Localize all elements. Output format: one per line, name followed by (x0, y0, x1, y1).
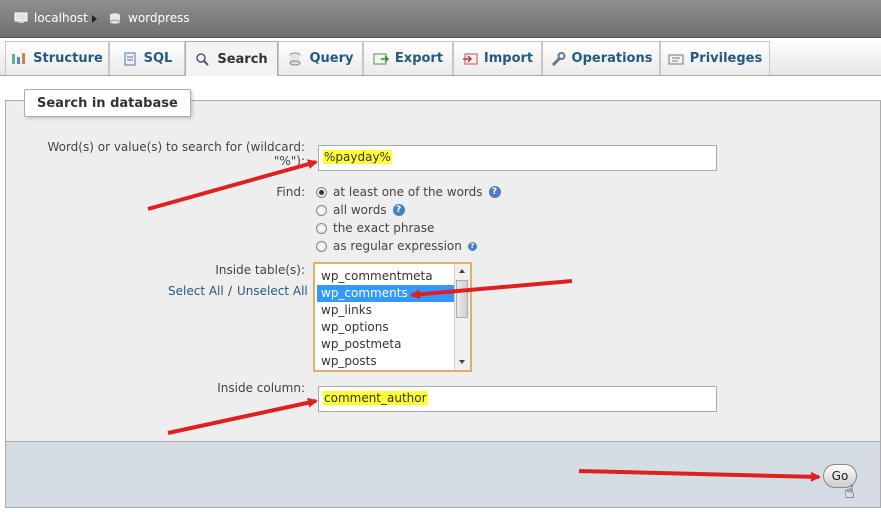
arrow-to-column-input (167, 397, 318, 435)
arrow-to-search-words (147, 159, 318, 211)
arrow-to-go-button (578, 469, 821, 482)
arrow-to-wp-comments (410, 279, 573, 300)
annotation-arrows (147, 159, 821, 482)
